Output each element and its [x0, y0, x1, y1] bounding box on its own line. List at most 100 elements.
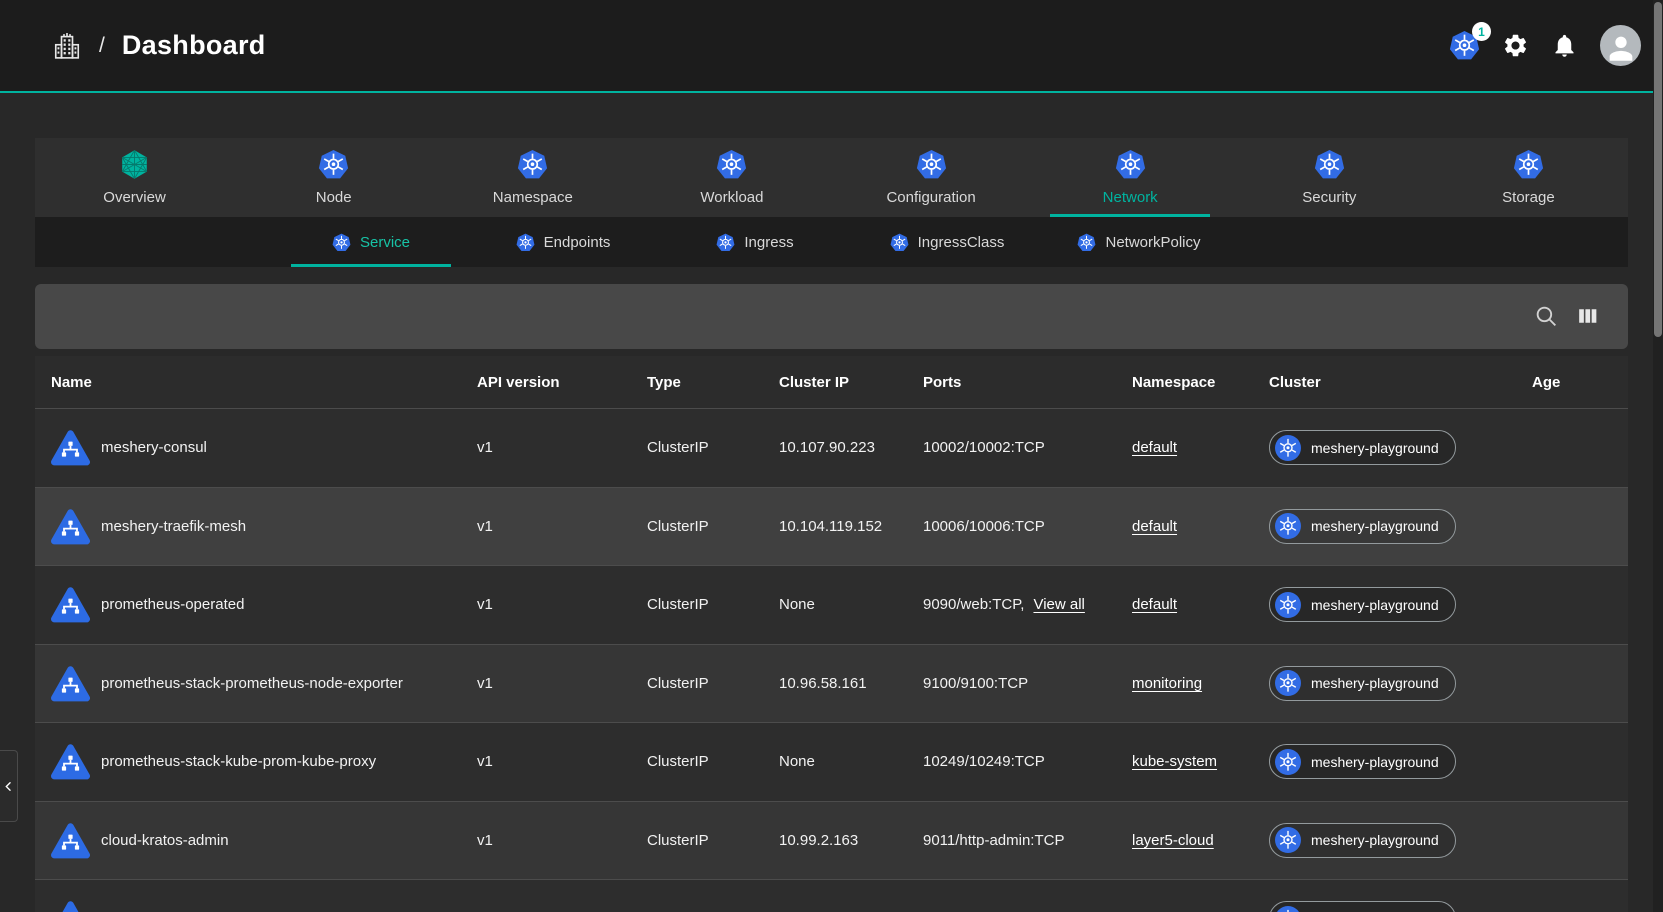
column-header[interactable]: API version: [477, 374, 647, 391]
table-row[interactable]: meshery meshery-playground: [35, 880, 1628, 912]
table-row[interactable]: meshery-traefik-mesh v1 ClusterIP 10.104…: [35, 488, 1628, 567]
kubernetes-icon: [1275, 906, 1301, 912]
notifications-button[interactable]: [1551, 32, 1578, 59]
kubernetes-icon: [890, 233, 909, 252]
subtab-endpoints[interactable]: Endpoints: [467, 217, 659, 267]
kubernetes-icon: [716, 233, 735, 252]
cluster-ip: 10.104.119.152: [779, 518, 923, 535]
namespace-link[interactable]: kube-system: [1132, 753, 1217, 770]
service-type: ClusterIP: [647, 596, 779, 613]
subtab-ingress[interactable]: Ingress: [659, 217, 851, 267]
tab-security[interactable]: Security: [1230, 138, 1429, 217]
kubernetes-icon: [916, 149, 947, 180]
table-row[interactable]: prometheus-operated v1 ClusterIP None 90…: [35, 566, 1628, 645]
table-toolbar: [35, 284, 1628, 349]
service-name: cloud-kratos-admin: [101, 832, 229, 849]
chevron-left-icon: [1, 779, 16, 794]
column-header[interactable]: Namespace: [1132, 374, 1269, 391]
kubernetes-icon: [1513, 149, 1544, 180]
namespace-link[interactable]: default: [1132, 596, 1177, 613]
tab-node[interactable]: Node: [234, 138, 433, 217]
subtab-networkpolicy[interactable]: NetworkPolicy: [1043, 217, 1235, 267]
service-name: prometheus-stack-kube-prom-kube-proxy: [101, 753, 376, 770]
person-icon: [1604, 31, 1638, 65]
ports: 10006/10006:TCP: [923, 518, 1132, 535]
tab-namespace[interactable]: Namespace: [433, 138, 632, 217]
service-icon: [51, 821, 90, 860]
api-version: v1: [477, 832, 647, 849]
services-table: NameAPI versionTypeCluster IPPortsNamesp…: [35, 356, 1628, 912]
namespace-link[interactable]: layer5-cloud: [1132, 832, 1214, 849]
service-type: ClusterIP: [647, 753, 779, 770]
tab-storage[interactable]: Storage: [1429, 138, 1628, 217]
app-header: / Dashboard 1: [0, 0, 1663, 93]
column-header[interactable]: Name: [51, 374, 477, 391]
kubernetes-icon: [1077, 233, 1096, 252]
api-version: v1: [477, 753, 647, 770]
cluster-ip: None: [779, 753, 923, 770]
tab-network[interactable]: Network: [1031, 138, 1230, 217]
settings-button[interactable]: [1502, 32, 1529, 59]
service-icon: [51, 742, 90, 781]
bell-icon: [1551, 32, 1578, 59]
service-icon: [51, 899, 90, 912]
kubernetes-icon: [1275, 435, 1301, 461]
subtab-ingressclass[interactable]: IngressClass: [851, 217, 1043, 267]
view-all-link[interactable]: View all: [1033, 596, 1084, 613]
service-icon: [51, 664, 90, 703]
table-row[interactable]: meshery-consul v1 ClusterIP 10.107.90.22…: [35, 409, 1628, 488]
kubernetes-icon: [716, 149, 747, 180]
cluster-chip[interactable]: meshery-playground: [1269, 509, 1456, 544]
namespace-link[interactable]: default: [1132, 439, 1177, 456]
service-name: prometheus-stack-prometheus-node-exporte…: [101, 675, 403, 692]
tab-configuration[interactable]: Configuration: [832, 138, 1031, 217]
table-header-row: NameAPI versionTypeCluster IPPortsNamesp…: [35, 356, 1628, 409]
organization-icon[interactable]: [52, 31, 82, 61]
column-header[interactable]: Ports: [923, 374, 1132, 391]
service-icon: [51, 507, 90, 546]
tab-overview[interactable]: Overview: [35, 138, 234, 217]
user-avatar[interactable]: [1600, 25, 1641, 66]
namespace-link[interactable]: monitoring: [1132, 675, 1202, 692]
service-type: ClusterIP: [647, 675, 779, 692]
ports: 10002/10002:TCP: [923, 439, 1132, 456]
ports: 10249/10249:TCP: [923, 753, 1132, 770]
api-version: v1: [477, 675, 647, 692]
cluster-chip[interactable]: meshery-playground: [1269, 430, 1456, 465]
subtab-service[interactable]: Service: [275, 217, 467, 267]
tab-workload[interactable]: Workload: [632, 138, 831, 217]
kubernetes-icon: [1115, 149, 1146, 180]
scrollbar-thumb[interactable]: [1654, 2, 1662, 337]
ports: 9100/9100:TCP: [923, 675, 1132, 692]
page-scrollbar: [1653, 0, 1663, 912]
column-header[interactable]: Cluster IP: [779, 374, 923, 391]
table-row[interactable]: prometheus-stack-prometheus-node-exporte…: [35, 645, 1628, 724]
drawer-collapse-handle[interactable]: [0, 750, 18, 822]
kubernetes-icon: [1314, 149, 1345, 180]
table-row[interactable]: prometheus-stack-kube-prom-kube-proxy v1…: [35, 723, 1628, 802]
cluster-chip[interactable]: meshery-playground: [1269, 587, 1456, 622]
column-header[interactable]: Type: [647, 374, 779, 391]
cluster-chip[interactable]: meshery-playground: [1269, 823, 1456, 858]
service-type: ClusterIP: [647, 832, 779, 849]
kubernetes-icon: [1275, 749, 1301, 775]
cluster-connection-button[interactable]: 1: [1449, 30, 1480, 61]
view-columns-button[interactable]: [1575, 304, 1600, 329]
cluster-ip: 10.107.90.223: [779, 439, 923, 456]
column-header[interactable]: Age: [1532, 374, 1628, 391]
column-header[interactable]: Cluster: [1269, 374, 1532, 391]
kubernetes-icon: [1275, 592, 1301, 618]
service-name: meshery-consul: [101, 439, 207, 456]
cluster-ip: 10.99.2.163: [779, 832, 923, 849]
cluster-chip[interactable]: meshery-playground: [1269, 666, 1456, 701]
kubernetes-icon: [516, 233, 535, 252]
cluster-chip[interactable]: meshery-playground: [1269, 901, 1456, 912]
view-columns-icon: [1575, 304, 1600, 329]
search-button[interactable]: [1534, 304, 1559, 329]
ports: 9011/http-admin:TCP: [923, 832, 1132, 849]
service-name: prometheus-operated: [101, 596, 244, 613]
service-type: ClusterIP: [647, 439, 779, 456]
table-row[interactable]: cloud-kratos-admin v1 ClusterIP 10.99.2.…: [35, 802, 1628, 881]
cluster-chip[interactable]: meshery-playground: [1269, 744, 1456, 779]
namespace-link[interactable]: default: [1132, 518, 1177, 535]
